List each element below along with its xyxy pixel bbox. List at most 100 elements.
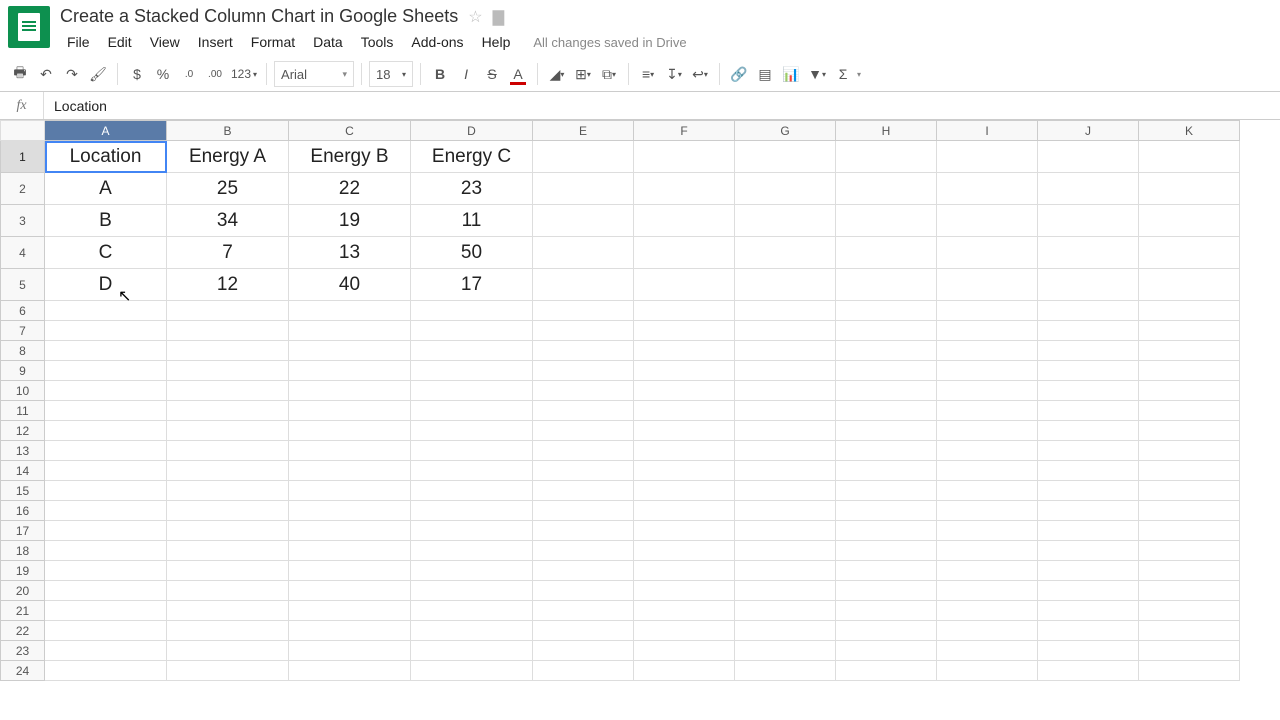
cell-H10[interactable]	[836, 381, 937, 401]
cell-E3[interactable]	[533, 205, 634, 237]
cell-I12[interactable]	[937, 421, 1038, 441]
row-header-5[interactable]: 5	[1, 269, 45, 301]
cell-G19[interactable]	[735, 561, 836, 581]
cell-A7[interactable]	[45, 321, 167, 341]
menu-format[interactable]: Format	[244, 31, 302, 53]
cell-F22[interactable]	[634, 621, 735, 641]
paint-format-icon[interactable]: 🖌	[86, 61, 110, 87]
cell-J3[interactable]	[1038, 205, 1139, 237]
cell-A24[interactable]	[45, 661, 167, 681]
cell-D2[interactable]: 23	[411, 173, 533, 205]
cell-J19[interactable]	[1038, 561, 1139, 581]
cell-J14[interactable]	[1038, 461, 1139, 481]
cell-E14[interactable]	[533, 461, 634, 481]
cell-E17[interactable]	[533, 521, 634, 541]
cell-A20[interactable]	[45, 581, 167, 601]
cell-G1[interactable]	[735, 141, 836, 173]
cell-E22[interactable]	[533, 621, 634, 641]
cell-I18[interactable]	[937, 541, 1038, 561]
row-header-15[interactable]: 15	[1, 481, 45, 501]
cell-E20[interactable]	[533, 581, 634, 601]
cell-D4[interactable]: 50	[411, 237, 533, 269]
text-wrap-button[interactable]: ↩▾	[688, 61, 712, 87]
cell-C15[interactable]	[289, 481, 411, 501]
cell-D6[interactable]	[411, 301, 533, 321]
cell-A2[interactable]: A	[45, 173, 167, 205]
row-header-9[interactable]: 9	[1, 361, 45, 381]
cell-G12[interactable]	[735, 421, 836, 441]
cell-A10[interactable]	[45, 381, 167, 401]
font-family-select[interactable]: Arial▾	[274, 61, 354, 87]
cell-D18[interactable]	[411, 541, 533, 561]
menu-edit[interactable]: Edit	[101, 31, 139, 53]
fill-color-button[interactable]: ◢▾	[545, 61, 569, 87]
cell-I4[interactable]	[937, 237, 1038, 269]
cell-D12[interactable]	[411, 421, 533, 441]
cell-K13[interactable]	[1139, 441, 1240, 461]
cell-A17[interactable]	[45, 521, 167, 541]
row-header-18[interactable]: 18	[1, 541, 45, 561]
cell-H19[interactable]	[836, 561, 937, 581]
borders-button[interactable]: ⊞▾	[571, 61, 595, 87]
cell-D13[interactable]	[411, 441, 533, 461]
cell-K6[interactable]	[1139, 301, 1240, 321]
cell-B13[interactable]	[167, 441, 289, 461]
cell-B5[interactable]: 12	[167, 269, 289, 301]
row-header-7[interactable]: 7	[1, 321, 45, 341]
row-header-20[interactable]: 20	[1, 581, 45, 601]
cell-I16[interactable]	[937, 501, 1038, 521]
row-header-11[interactable]: 11	[1, 401, 45, 421]
cell-I13[interactable]	[937, 441, 1038, 461]
doc-title[interactable]: Create a Stacked Column Chart in Google …	[60, 6, 458, 27]
cell-C24[interactable]	[289, 661, 411, 681]
cell-F17[interactable]	[634, 521, 735, 541]
merge-cells-button[interactable]: ⧉▾	[597, 61, 621, 87]
cell-G4[interactable]	[735, 237, 836, 269]
row-header-8[interactable]: 8	[1, 341, 45, 361]
cell-E10[interactable]	[533, 381, 634, 401]
cell-B24[interactable]	[167, 661, 289, 681]
cell-K3[interactable]	[1139, 205, 1240, 237]
cell-K12[interactable]	[1139, 421, 1240, 441]
col-header-J[interactable]: J	[1038, 121, 1139, 141]
cell-C16[interactable]	[289, 501, 411, 521]
cell-H4[interactable]	[836, 237, 937, 269]
cell-K16[interactable]	[1139, 501, 1240, 521]
cell-B8[interactable]	[167, 341, 289, 361]
cell-J20[interactable]	[1038, 581, 1139, 601]
cell-C13[interactable]	[289, 441, 411, 461]
cell-K4[interactable]	[1139, 237, 1240, 269]
sheets-logo[interactable]	[8, 6, 50, 48]
cell-J4[interactable]	[1038, 237, 1139, 269]
cell-F9[interactable]	[634, 361, 735, 381]
cell-H17[interactable]	[836, 521, 937, 541]
cell-I2[interactable]	[937, 173, 1038, 205]
row-header-4[interactable]: 4	[1, 237, 45, 269]
cell-K15[interactable]	[1139, 481, 1240, 501]
cell-B2[interactable]: 25	[167, 173, 289, 205]
cell-B23[interactable]	[167, 641, 289, 661]
cell-C12[interactable]	[289, 421, 411, 441]
cell-F16[interactable]	[634, 501, 735, 521]
cell-K1[interactable]	[1139, 141, 1240, 173]
functions-button[interactable]: Σ	[831, 61, 855, 87]
cell-F15[interactable]	[634, 481, 735, 501]
cell-E1[interactable]	[533, 141, 634, 173]
cell-H9[interactable]	[836, 361, 937, 381]
cell-G18[interactable]	[735, 541, 836, 561]
cell-F23[interactable]	[634, 641, 735, 661]
cell-C19[interactable]	[289, 561, 411, 581]
cell-J18[interactable]	[1038, 541, 1139, 561]
cell-A19[interactable]	[45, 561, 167, 581]
cell-G20[interactable]	[735, 581, 836, 601]
cell-E4[interactable]	[533, 237, 634, 269]
menu-tools[interactable]: Tools	[354, 31, 401, 53]
cell-B1[interactable]: Energy A	[167, 141, 289, 173]
cell-D24[interactable]	[411, 661, 533, 681]
cell-H8[interactable]	[836, 341, 937, 361]
cell-H7[interactable]	[836, 321, 937, 341]
cell-J16[interactable]	[1038, 501, 1139, 521]
col-header-F[interactable]: F	[634, 121, 735, 141]
cell-G24[interactable]	[735, 661, 836, 681]
cell-D7[interactable]	[411, 321, 533, 341]
